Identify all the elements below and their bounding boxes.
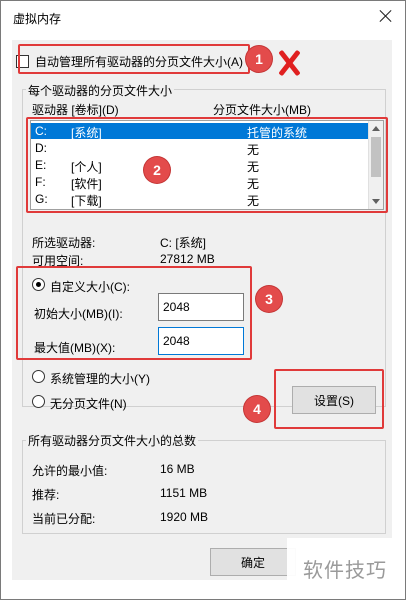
highlight-box-1 [18,44,250,74]
title-bar: 虚拟内存 [1,1,405,33]
annotation-badge-2: 2 [144,157,170,183]
selected-drive-label: 所选驱动器: [32,236,96,250]
highlight-box-2 [26,117,388,213]
recommended-label: 推荐: [32,488,60,502]
current-allocated-value: 1920 MB [160,510,209,524]
selected-drive-value: C: [系统] [160,236,207,250]
close-icon[interactable] [377,7,395,25]
annotation-badge-3: 3 [256,286,282,312]
red-x-icon [270,48,308,80]
annotation-badge-4: 4 [244,396,270,422]
recommended-value: 1151 MB [160,486,208,500]
watermark-text: 软件技巧 [287,538,403,598]
drive-column-header: 驱动器 [卷标](D) [32,103,119,117]
highlight-box-3 [16,266,252,360]
min-allowed-label: 允许的最小值: [32,464,108,478]
no-paging-radio[interactable] [32,395,45,408]
ok-button[interactable]: 确定 [210,548,296,576]
system-managed-label: 系统管理的大小(Y) [50,372,150,386]
highlight-box-4 [274,369,384,429]
paging-column-header: 分页文件大小(MB) [213,103,311,117]
current-allocated-label: 当前已分配: [32,512,96,526]
window-title: 虚拟内存 [13,12,62,26]
totals-group-title: 所有驱动器分页文件大小的总数 [26,432,199,449]
system-managed-radio[interactable] [32,370,45,383]
no-paging-label: 无分页文件(N) [50,397,127,411]
free-space-value: 27812 MB [160,252,215,266]
min-allowed-value: 16 MB [160,462,195,476]
drives-group-title: 每个驱动器的分页文件大小 [26,82,175,99]
annotation-badge-1: 1 [246,46,272,72]
